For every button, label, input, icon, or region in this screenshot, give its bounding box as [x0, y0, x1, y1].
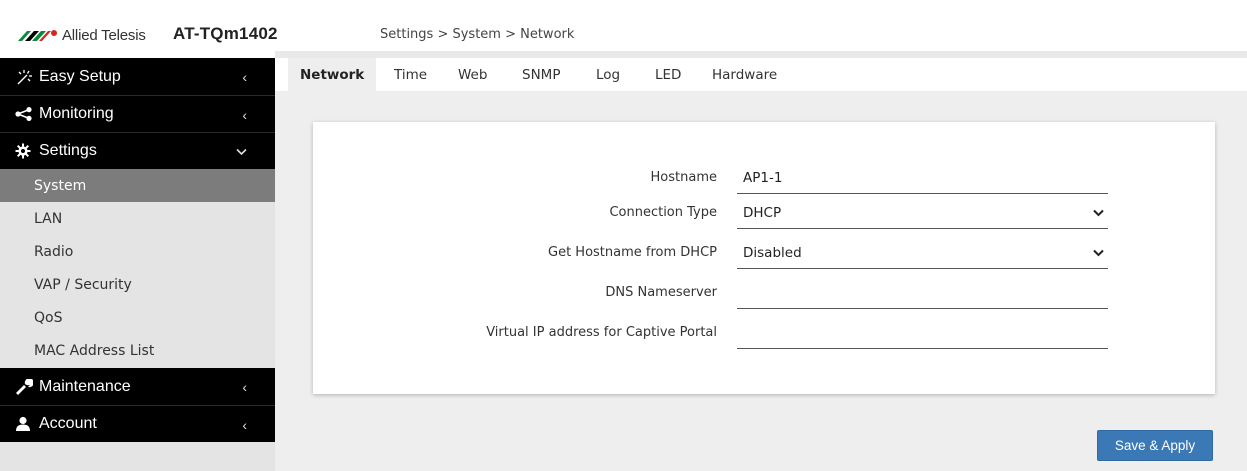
- main-content: Network Time Web SNMP Log LED Hardware H…: [275, 58, 1247, 471]
- hostname-input[interactable]: [737, 162, 1108, 194]
- tab-snmp[interactable]: SNMP: [510, 58, 572, 91]
- dns-nameserver-input[interactable]: [737, 277, 1108, 309]
- tab-network[interactable]: Network: [288, 58, 377, 91]
- sidebar-section-label: Easy Setup: [39, 67, 121, 85]
- logo-text: Allied Telesis: [62, 26, 146, 44]
- chevron-left-icon: ‹: [242, 416, 247, 433]
- sidebar-section-monitoring[interactable]: Monitoring ‹: [0, 95, 275, 132]
- sidebar-item-radio[interactable]: Radio: [0, 235, 275, 268]
- chevron-down-icon: [1093, 245, 1104, 261]
- virtual-ip-row: Virtual IP address for Captive Portal: [313, 317, 1215, 351]
- sidebar-item-lan[interactable]: LAN: [0, 202, 275, 235]
- allied-telesis-logo: Allied Telesis: [18, 20, 146, 50]
- sidebar-item-vap-security[interactable]: VAP / Security: [0, 268, 275, 301]
- virtual-ip-input[interactable]: [737, 317, 1108, 349]
- sidebar-section-maintenance[interactable]: Maintenance ‹: [0, 368, 275, 405]
- sidebar-section-easy-setup[interactable]: Easy Setup ‹: [0, 58, 275, 95]
- magic-wand-icon: [15, 69, 39, 85]
- sidebar: Easy Setup ‹ Monitoring ‹ Settings Syste…: [0, 58, 275, 471]
- sidebar-item-system[interactable]: System: [0, 169, 275, 202]
- dns-nameserver-row: DNS Nameserver: [313, 277, 1215, 311]
- virtual-ip-label: Virtual IP address for Captive Portal: [486, 325, 717, 340]
- connection-type-row: Connection Type DHCP: [313, 197, 1215, 231]
- share-icon: [15, 107, 39, 121]
- dns-nameserver-label: DNS Nameserver: [605, 285, 717, 300]
- tab-hardware[interactable]: Hardware: [700, 58, 789, 91]
- sidebar-section-label: Settings: [39, 142, 97, 159]
- sidebar-section-label: Maintenance: [39, 377, 131, 395]
- connection-type-label: Connection Type: [609, 205, 717, 220]
- tab-bar: Network Time Web SNMP Log LED Hardware: [275, 58, 1247, 91]
- user-icon: [15, 416, 39, 432]
- tab-time[interactable]: Time: [382, 58, 439, 91]
- product-name: AT-TQm1402: [173, 24, 278, 43]
- logo-mark-icon: [18, 30, 57, 41]
- sidebar-section-label: Account: [39, 415, 97, 432]
- sidebar-section-settings[interactable]: Settings: [0, 132, 275, 169]
- hostname-row: Hostname: [313, 162, 1215, 196]
- network-settings-card: Hostname Connection Type DHCP Get Hostna…: [313, 122, 1215, 394]
- get-hostname-value: Disabled: [743, 245, 802, 261]
- breadcrumb: Settings > System > Network: [380, 27, 575, 42]
- chevron-left-icon: ‹: [242, 106, 247, 123]
- get-hostname-label: Get Hostname from DHCP: [548, 245, 717, 260]
- save-apply-button[interactable]: Save & Apply: [1097, 430, 1213, 461]
- tab-log[interactable]: Log: [584, 58, 632, 91]
- top-header: Allied Telesis AT-TQm1402 Settings > Sys…: [0, 0, 1247, 58]
- chevron-down-icon: [236, 133, 247, 170]
- wrench-icon: [15, 378, 39, 395]
- chevron-left-icon: ‹: [242, 378, 247, 395]
- sidebar-item-mac-address-list[interactable]: MAC Address List: [0, 334, 275, 367]
- gear-icon: [15, 143, 39, 159]
- chevron-left-icon: ‹: [242, 68, 247, 85]
- get-hostname-select[interactable]: Disabled: [737, 237, 1108, 269]
- header-divider: [275, 51, 1247, 58]
- tab-led[interactable]: LED: [643, 58, 693, 91]
- tab-web[interactable]: Web: [446, 58, 499, 91]
- connection-type-select[interactable]: DHCP: [737, 197, 1108, 229]
- sidebar-item-qos[interactable]: QoS: [0, 301, 275, 334]
- connection-type-value: DHCP: [743, 205, 782, 221]
- sidebar-section-label: Monitoring: [39, 105, 114, 122]
- get-hostname-row: Get Hostname from DHCP Disabled: [313, 237, 1215, 271]
- chevron-down-icon: [1093, 205, 1104, 221]
- sidebar-section-account[interactable]: Account ‹: [0, 405, 275, 442]
- hostname-label: Hostname: [650, 170, 717, 185]
